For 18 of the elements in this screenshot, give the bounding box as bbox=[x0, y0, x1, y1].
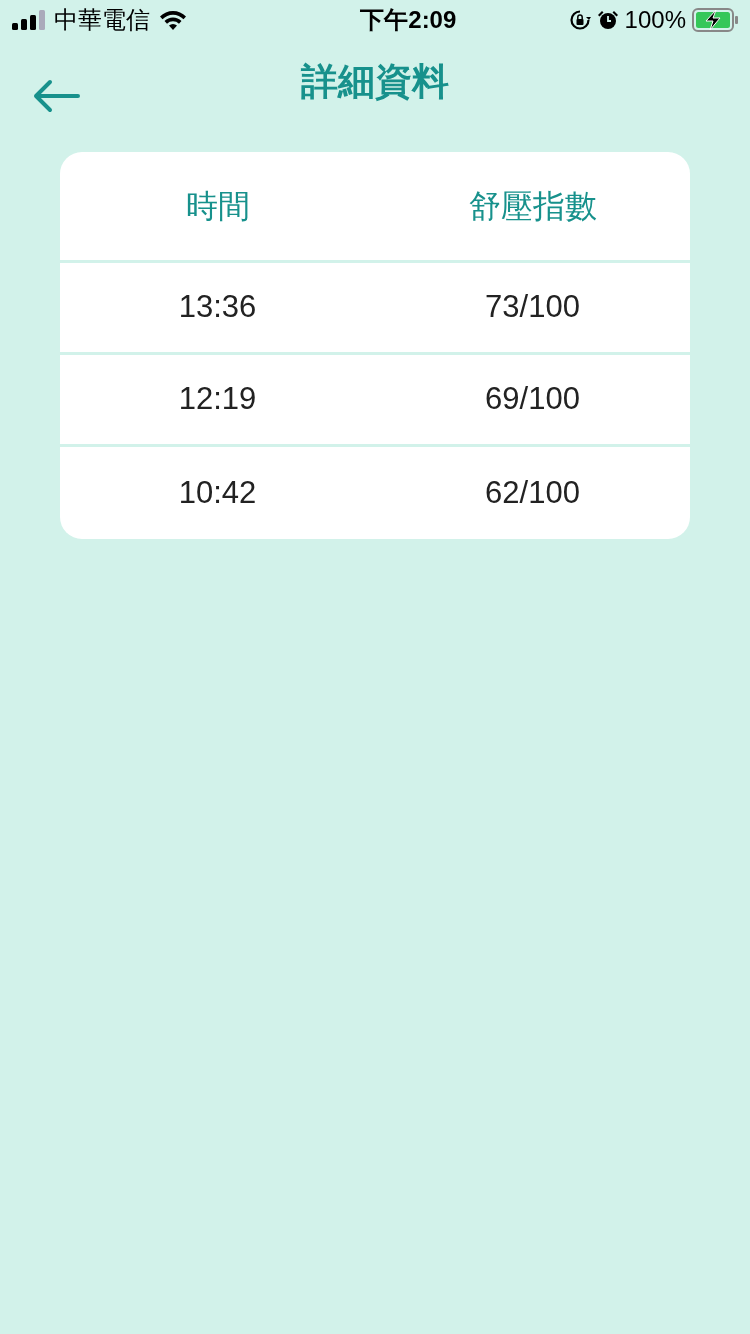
table-cell-text: 10:42 bbox=[178, 473, 257, 512]
table-cell-text: 62/100 bbox=[485, 473, 580, 512]
status-time: 下午2:09 bbox=[360, 5, 457, 35]
table-cell-text: 69/100 bbox=[485, 380, 580, 419]
table-cell-text: 73/100 bbox=[485, 288, 580, 327]
signal-icon bbox=[12, 10, 46, 30]
rotation-lock-icon bbox=[568, 9, 591, 31]
back-arrow-icon bbox=[32, 79, 80, 113]
table-cell-text: 13:36 bbox=[178, 288, 257, 327]
alarm-clock-icon bbox=[596, 9, 619, 31]
carrier-name: 中華電信 bbox=[54, 5, 150, 35]
column-header: 時間 bbox=[185, 187, 250, 226]
table-cell-text: 12:19 bbox=[178, 380, 257, 419]
column-header: 舒壓指數 bbox=[468, 187, 597, 226]
battery-percent: 100% bbox=[624, 5, 686, 35]
battery-charging-icon bbox=[692, 8, 738, 32]
wifi-icon bbox=[158, 9, 188, 31]
page-title: 詳細資料 bbox=[301, 60, 449, 105]
